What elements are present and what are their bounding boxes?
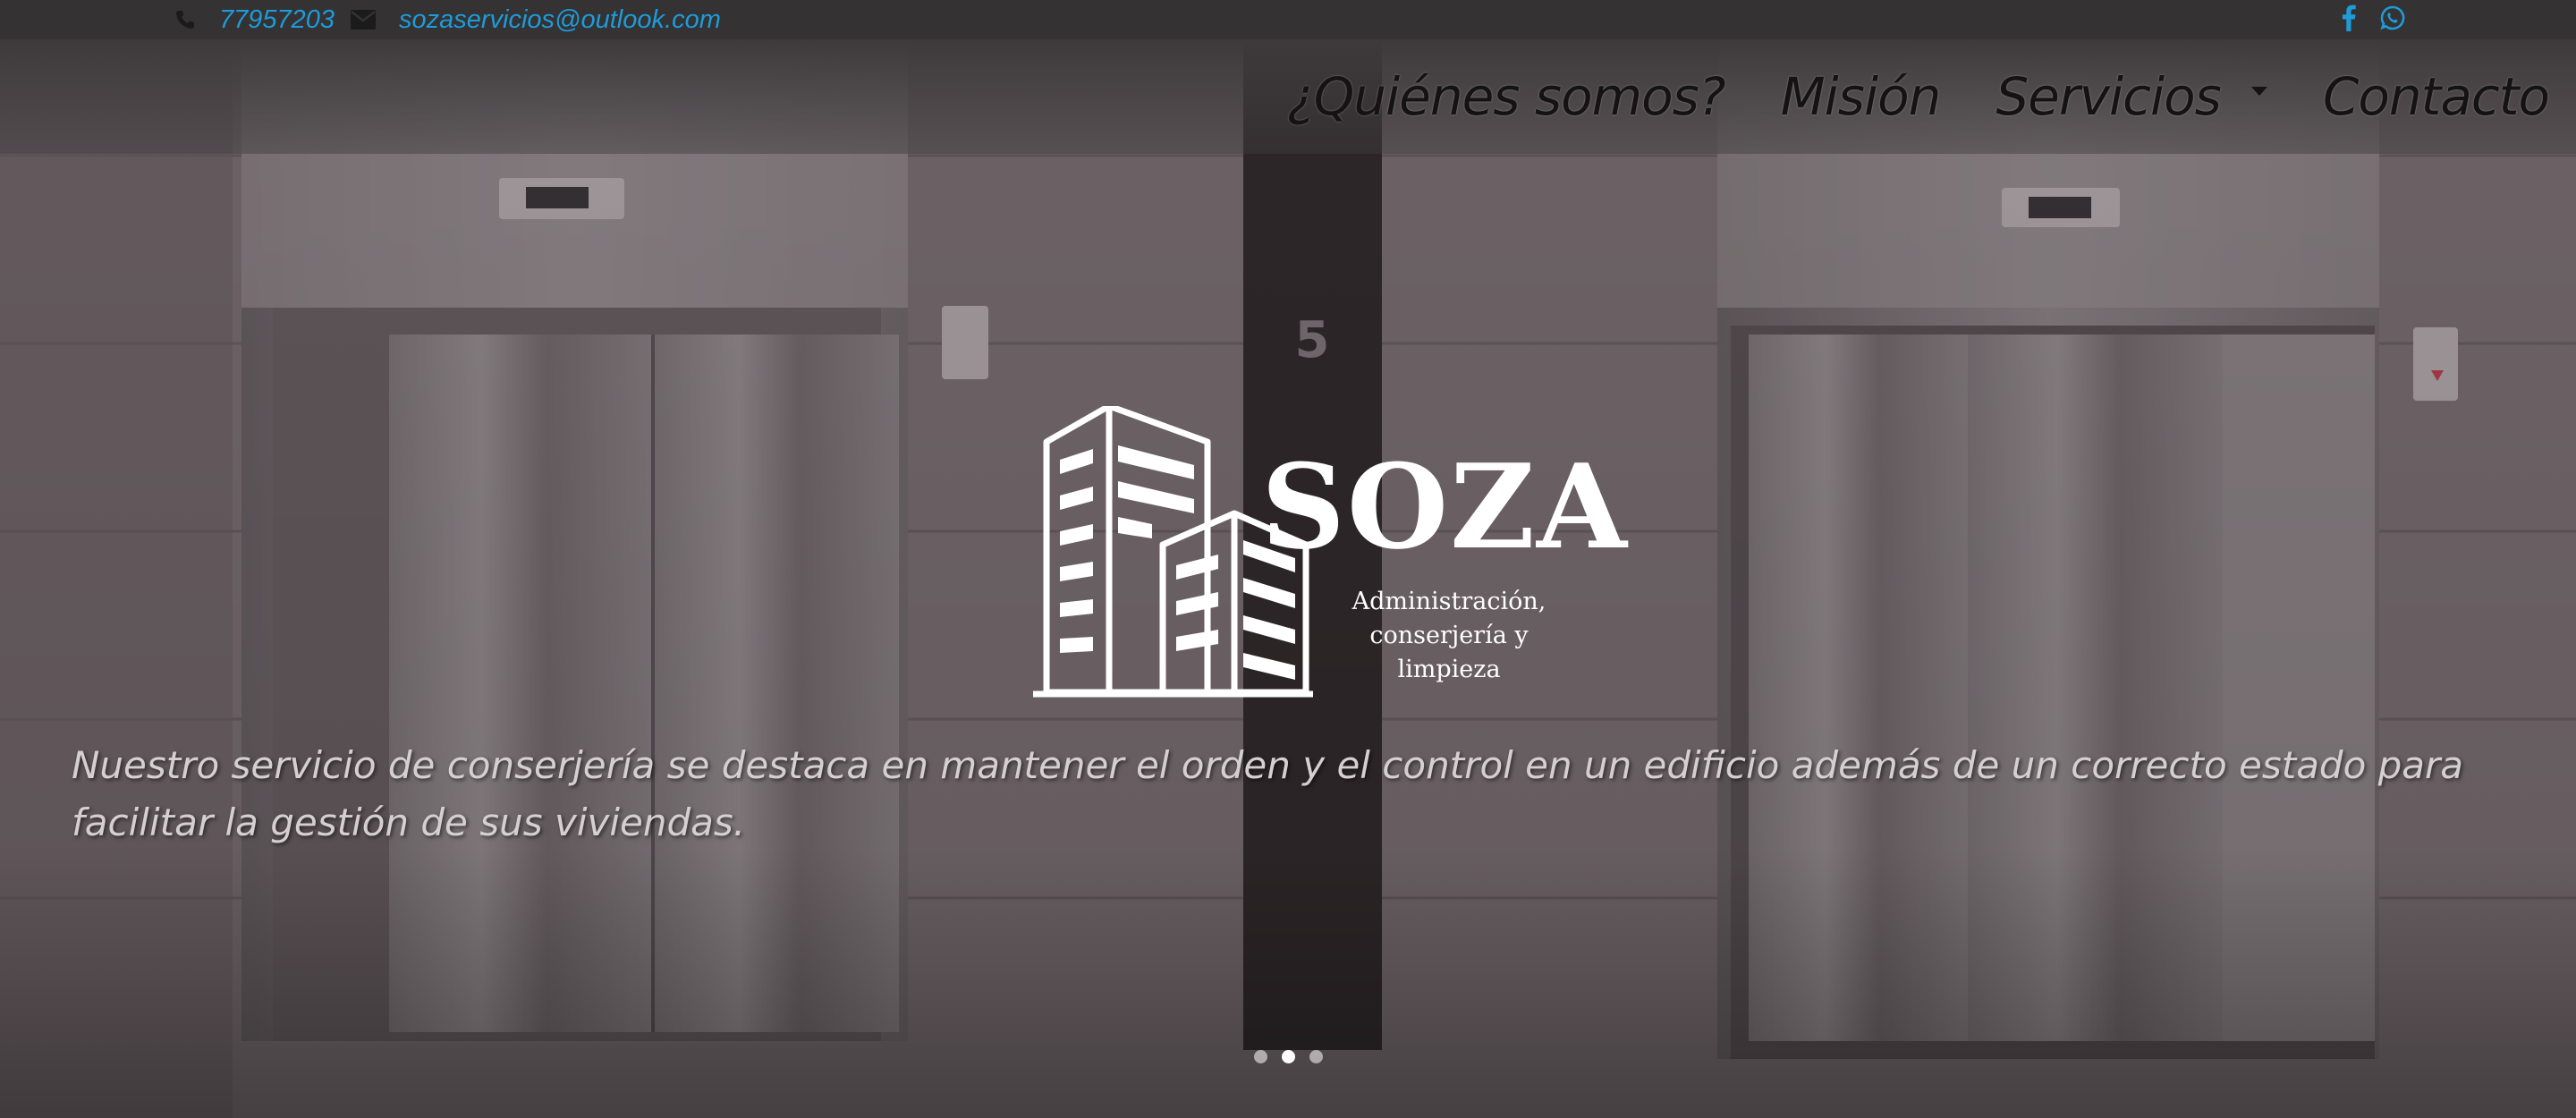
carousel-indicator-2[interactable] bbox=[1281, 1050, 1295, 1063]
carousel-indicator-1[interactable] bbox=[1253, 1050, 1267, 1063]
social-links bbox=[2318, 0, 2406, 39]
nav-servicios-label: Servicios bbox=[1996, 66, 2221, 127]
top-contact-bar: 77957203 sozaservicios@outlook.com bbox=[0, 0, 2576, 39]
envelope-icon bbox=[351, 10, 376, 30]
facebook-link[interactable] bbox=[2342, 4, 2356, 35]
carousel-indicator-3[interactable] bbox=[1309, 1050, 1323, 1063]
hero-carousel: 5 ¿Quiénes somos? Misión Servicios Conta… bbox=[0, 39, 2576, 1118]
caret-down-icon bbox=[2250, 86, 2267, 96]
nav-quienes-somos[interactable]: ¿Quiénes somos? bbox=[1287, 66, 1726, 127]
brand-name: SOZA bbox=[1261, 438, 1629, 575]
whatsapp-link[interactable] bbox=[2379, 4, 2406, 35]
email-link[interactable]: sozaservicios@outlook.com bbox=[351, 0, 721, 39]
slide-caption: Nuestro servicio de conserjería se desta… bbox=[72, 743, 2464, 844]
carousel-indicators bbox=[0, 1050, 2576, 1063]
nav-mision[interactable]: Misión bbox=[1781, 66, 1942, 127]
brand-tagline: Administración, conserjería y limpieza bbox=[1352, 588, 1546, 683]
phone-number: 77957203 bbox=[219, 4, 335, 34]
facebook-icon bbox=[2342, 4, 2356, 35]
main-navbar: ¿Quiénes somos? Misión Servicios Contact… bbox=[1232, 39, 2550, 154]
nav-servicios-dropdown[interactable]: Servicios bbox=[1996, 66, 2267, 127]
whatsapp-icon bbox=[2379, 4, 2406, 35]
phone-icon bbox=[174, 9, 196, 30]
phone-link[interactable]: 77957203 bbox=[174, 0, 335, 39]
email-address: sozaservicios@outlook.com bbox=[399, 4, 721, 34]
nav-contacto[interactable]: Contacto bbox=[2323, 66, 2550, 127]
